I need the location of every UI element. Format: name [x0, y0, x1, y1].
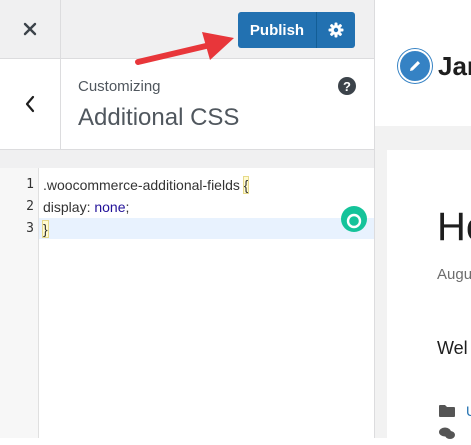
- post-heading[interactable]: He: [437, 205, 471, 250]
- post-excerpt: Wel: [437, 338, 468, 358]
- css-property: display:: [43, 199, 95, 215]
- pencil-icon: [410, 61, 420, 71]
- css-code-editor[interactable]: 1 2 3 .woocommerce-additional-fields { d…: [0, 168, 374, 438]
- active-line-highlight: [38, 218, 374, 239]
- section-header: Customizing Additional CSS ?: [0, 59, 374, 150]
- close-brace: }: [42, 220, 49, 238]
- chevron-left-icon: [25, 95, 35, 113]
- preview-site-title: Jar: [398, 49, 471, 83]
- edit-shortcut-button[interactable]: [398, 49, 432, 83]
- grammarly-icon[interactable]: [341, 206, 367, 232]
- site-name[interactable]: Jar: [438, 51, 471, 82]
- help-icon[interactable]: ?: [338, 77, 356, 95]
- code-line-1: .woocommerce-additional-fields {: [43, 176, 250, 194]
- open-brace: {: [242, 176, 250, 194]
- category-link[interactable]: U: [466, 403, 471, 419]
- line-number: 3: [26, 221, 34, 236]
- css-value: none: [94, 199, 126, 215]
- back-button[interactable]: [0, 59, 61, 149]
- publish-button[interactable]: Publish: [238, 12, 316, 48]
- preview-post-card: [387, 150, 471, 438]
- css-semicolon: ;: [125, 199, 130, 215]
- red-arrow: [135, 32, 234, 65]
- publish-controls: Publish: [238, 12, 355, 48]
- code-line-2: display: none;: [43, 199, 129, 215]
- section-title: Additional CSS: [78, 104, 240, 131]
- post-date[interactable]: Augu: [437, 266, 471, 283]
- close-button[interactable]: [0, 0, 61, 58]
- gear-icon: [328, 22, 344, 38]
- line-number-gutter: 1 2 3: [0, 168, 39, 438]
- close-icon: [23, 22, 37, 36]
- comments-icon: [438, 426, 456, 445]
- css-selector: .woocommerce-additional-fields: [43, 177, 244, 193]
- line-number: 1: [26, 177, 34, 192]
- breadcrumb: Customizing: [78, 78, 161, 95]
- folder-icon: [438, 404, 456, 423]
- line-number: 2: [26, 199, 34, 214]
- publish-settings-button[interactable]: [316, 12, 355, 48]
- code-line-3: }: [42, 220, 49, 238]
